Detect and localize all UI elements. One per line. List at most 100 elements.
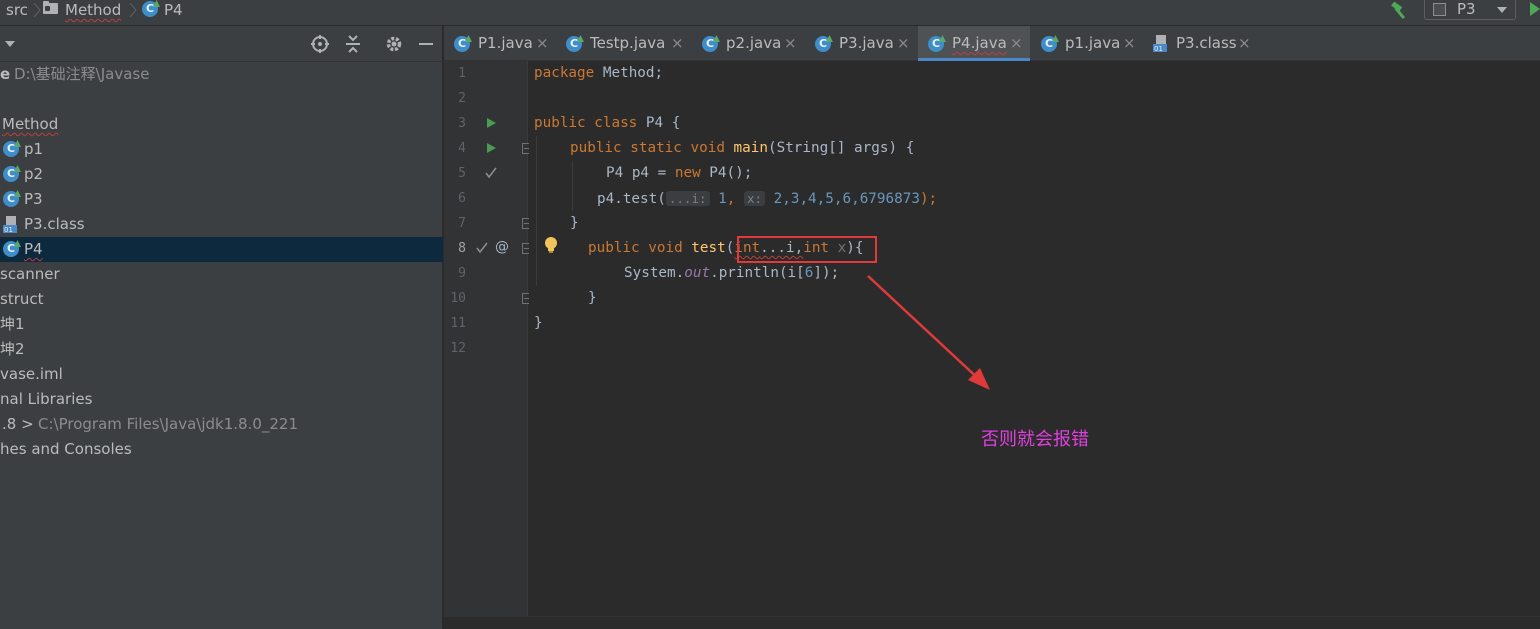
breadcrumb-p4[interactable]: P4	[164, 0, 183, 20]
tab-label: P3.class	[1176, 34, 1237, 52]
tree-item-p1[interactable]: C p1	[0, 137, 443, 162]
run-configuration-selector[interactable]: P3	[1424, 0, 1516, 20]
tree-item-label: hes and Consoles	[0, 440, 132, 458]
tab-p1-java[interactable]: C P1.java ×	[444, 26, 554, 61]
tab-p2-java[interactable]: C p2.java ×	[692, 26, 804, 61]
tree-item-p3[interactable]: C P3	[0, 187, 443, 212]
code-token: public class	[534, 115, 638, 131]
code-editor[interactable]: package Method; public class P4 { public…	[529, 61, 1540, 629]
tree-item-external-libraries[interactable]: nal Libraries	[0, 387, 443, 412]
class-icon: C	[566, 36, 582, 52]
tree-item-label: p2	[24, 165, 44, 183]
tree-item-label: P3	[24, 190, 43, 208]
line-number: 9	[458, 266, 466, 281]
code-token: );	[919, 191, 938, 207]
tree-item-p3-class[interactable]: 01 P3.class	[0, 212, 443, 237]
line-number: 10	[450, 291, 466, 306]
application-config-icon	[1433, 3, 1446, 16]
tree-item-p2[interactable]: C p2	[0, 162, 443, 187]
minimize-icon[interactable]	[416, 34, 436, 54]
breadcrumb-src[interactable]: src	[6, 0, 28, 20]
class-icon: C	[1041, 36, 1057, 52]
code-token: P4 p4 =	[606, 165, 675, 181]
tree-item-scanner[interactable]: scanner	[0, 262, 443, 287]
tree-item-project-root[interactable]: e D:\基础注释\Javase	[0, 62, 443, 87]
tab-p4-java[interactable]: C P4.java ×	[918, 26, 1030, 61]
tree-item-kun2[interactable]: 坤2	[0, 337, 443, 362]
code-line-4: public static void main(String[] args) {	[570, 136, 914, 161]
collapse-all-icon[interactable]	[343, 34, 363, 54]
code-token: ]);	[813, 265, 840, 281]
tree-item-struct[interactable]: struct	[0, 287, 443, 312]
tree-item-label: Method	[2, 115, 59, 133]
code-line-6: p4.test(...i: 1, x: 2,3,4,5,6,6796873);	[597, 186, 937, 211]
class-icon: C	[3, 141, 19, 157]
tab-p3-class[interactable]: 01 P3.class ×	[1144, 26, 1264, 61]
class-icon: C	[142, 1, 158, 17]
code-line-10: }	[588, 286, 597, 311]
code-token: 1	[718, 191, 727, 207]
chevron-down-icon	[1497, 7, 1507, 13]
parameter-hint: x:	[743, 191, 766, 206]
code-token: }	[534, 315, 543, 331]
code-token: p4.test(	[597, 191, 666, 207]
build-hammer-icon[interactable]	[1390, 2, 1412, 20]
tree-item-label: .8 >	[2, 415, 34, 433]
annotation-at-icon[interactable]: @	[495, 239, 509, 255]
code-token: .println(i[	[710, 265, 805, 281]
breadcrumb-method[interactable]: Method	[65, 0, 121, 20]
parameter-hint: ...i:	[665, 191, 710, 206]
project-tool-window: e D:\基础注释\Javase Method C p1 C p2 C P3 0…	[0, 26, 443, 629]
class-icon: C	[815, 36, 831, 52]
tree-item-label: 坤2	[0, 340, 25, 358]
tree-item-jdk[interactable]: .8 > C:\Program Files\Java\jdk1.8.0_221	[0, 412, 443, 437]
checkmark-icon	[485, 167, 497, 179]
line-number: 7	[458, 216, 466, 231]
class-icon: C	[3, 166, 19, 182]
close-icon[interactable]: ×	[536, 26, 549, 61]
close-icon[interactable]: ×	[1238, 26, 1251, 61]
view-dropdown-chevron-icon[interactable]	[5, 41, 15, 47]
run-configuration-label: P3	[1457, 0, 1476, 18]
tree-item-method-package[interactable]: Method	[0, 112, 443, 137]
tree-item-kun1[interactable]: 坤1	[0, 312, 443, 337]
tree-item-p4[interactable]: C P4	[0, 237, 443, 262]
code-token: }	[588, 290, 597, 306]
code-line-1: package Method;	[534, 61, 663, 86]
close-icon[interactable]: ×	[671, 26, 684, 61]
code-token: test	[691, 240, 726, 256]
project-root-path: D:\基础注释\Javase	[14, 65, 150, 83]
close-icon[interactable]: ×	[1123, 26, 1136, 61]
code-line-3: public class P4 {	[534, 111, 680, 136]
code-token: out	[684, 265, 711, 281]
code-token: (String[] args) {	[767, 140, 915, 156]
navigation-bar: src Method C P4 P3	[0, 0, 1540, 26]
tree-item-label: P4	[24, 240, 43, 258]
locate-target-icon[interactable]	[310, 34, 330, 54]
tab-p3-java[interactable]: C P3.java ×	[805, 26, 917, 61]
code-line-5: P4 p4 = new P4();	[606, 161, 752, 186]
error-highlight-box	[737, 236, 877, 263]
code-token: new	[674, 165, 701, 181]
tab-label: Testp.java	[590, 34, 666, 52]
run-main-icon[interactable]	[487, 143, 496, 153]
tab-p1-lower-java[interactable]: C p1.java ×	[1031, 26, 1143, 61]
close-icon[interactable]: ×	[784, 26, 797, 61]
run-icon[interactable]	[1530, 2, 1540, 16]
tree-item-scratches[interactable]: hes and Consoles	[0, 437, 443, 462]
gear-icon[interactable]	[384, 34, 404, 54]
package-icon	[43, 1, 58, 14]
line-number: 4	[458, 141, 466, 156]
tab-label: P3.java	[839, 34, 894, 52]
lightbulb-icon[interactable]	[543, 236, 559, 254]
tab-testp-java[interactable]: C Testp.java ×	[556, 26, 690, 61]
run-class-icon[interactable]	[487, 118, 496, 128]
tree-item-iml[interactable]: vase.iml	[0, 362, 443, 387]
project-root-name: e	[0, 65, 11, 83]
code-line-9: System.out.println(i[6]);	[624, 261, 839, 286]
close-icon[interactable]: ×	[1010, 26, 1023, 61]
tree-item-label: P3.class	[24, 215, 85, 233]
line-number-current: 8	[458, 241, 466, 256]
tree-item-label: scanner	[0, 265, 60, 283]
close-icon[interactable]: ×	[897, 26, 910, 61]
